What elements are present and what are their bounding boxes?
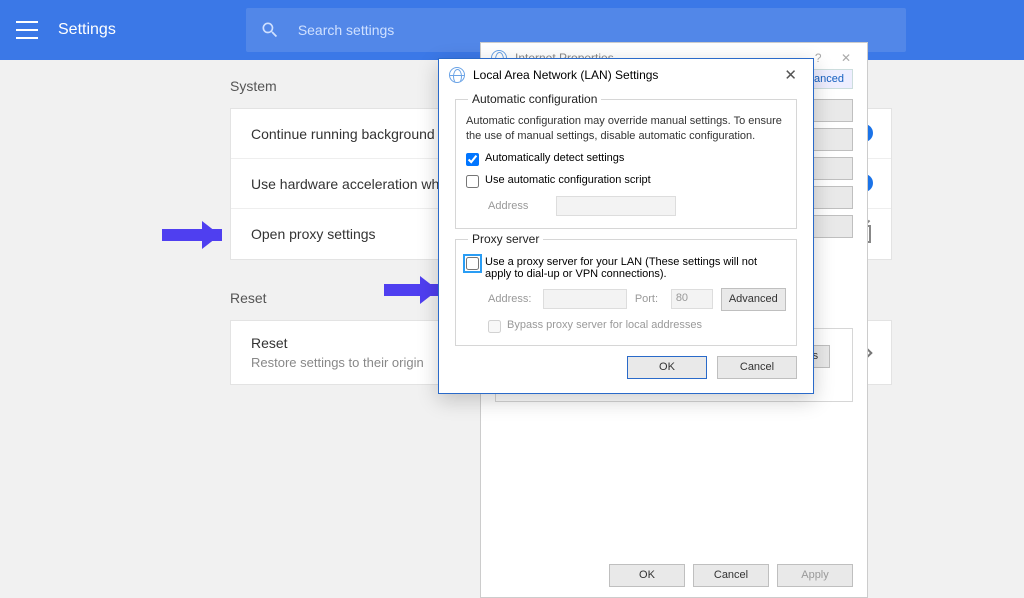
row-label: Continue running background xyxy=(251,126,435,142)
checkbox-icon[interactable] xyxy=(466,257,479,270)
proxy-port-field: 80 xyxy=(671,289,713,309)
auto-config-heading: Automatic configuration xyxy=(468,92,601,106)
lan-settings-window: Local Area Network (LAN) Settings ✕ Auto… xyxy=(438,58,814,394)
script-address-field xyxy=(556,196,676,216)
checkbox-icon[interactable] xyxy=(466,175,479,188)
auto-detect-checkbox[interactable]: Automatically detect settings xyxy=(466,152,786,166)
checkbox-label: Use a proxy server for your LAN (These s… xyxy=(485,256,786,280)
lan-titlebar: Local Area Network (LAN) Settings ✕ xyxy=(439,59,813,91)
row-label: Open proxy settings xyxy=(251,226,376,242)
proxy-port-label: Port: xyxy=(635,293,663,305)
help-icon[interactable]: ? xyxy=(815,51,822,65)
ok-button[interactable]: OK xyxy=(609,564,685,587)
proxy-address-label: Address: xyxy=(488,293,535,305)
bypass-local-checkbox: Bypass proxy server for local addresses xyxy=(488,319,786,333)
checkbox-label: Use automatic configuration script xyxy=(485,174,651,186)
checkbox-label: Automatically detect settings xyxy=(485,152,624,164)
checkbox-label: Bypass proxy server for local addresses xyxy=(507,319,702,331)
annotation-arrow xyxy=(162,229,222,241)
annotation-arrow xyxy=(384,284,440,296)
ok-button[interactable]: OK xyxy=(627,356,707,379)
auto-script-checkbox[interactable]: Use automatic configuration script xyxy=(466,174,786,188)
reset-title: Reset xyxy=(251,335,424,351)
reset-sub: Restore settings to their origin xyxy=(251,355,424,370)
search-placeholder: Search settings xyxy=(298,22,395,38)
close-icon[interactable]: ✕ xyxy=(778,64,803,86)
apply-button: Apply xyxy=(777,564,853,587)
menu-icon[interactable] xyxy=(16,21,38,39)
cancel-button[interactable]: Cancel xyxy=(717,356,797,379)
checkbox-icon[interactable] xyxy=(466,153,479,166)
page-title: Settings xyxy=(58,21,116,39)
cancel-button[interactable]: Cancel xyxy=(693,564,769,587)
proxy-address-field xyxy=(543,289,627,309)
globe-icon xyxy=(449,67,465,83)
proxy-server-group: Proxy server Use a proxy server for your… xyxy=(455,239,797,346)
auto-config-text: Automatic configuration may override man… xyxy=(466,114,786,144)
address-label: Address xyxy=(488,200,548,212)
close-icon[interactable]: ✕ xyxy=(835,49,857,67)
use-proxy-checkbox[interactable]: Use a proxy server for your LAN (These s… xyxy=(466,256,786,280)
auto-config-group: Automatic configuration Automatic config… xyxy=(455,99,797,229)
proxy-heading: Proxy server xyxy=(468,232,543,246)
advanced-button[interactable]: Advanced xyxy=(721,288,786,311)
search-icon xyxy=(260,20,280,40)
row-label: Use hardware acceleration wh xyxy=(251,176,439,192)
checkbox-icon xyxy=(488,320,501,333)
lan-title-text: Local Area Network (LAN) Settings xyxy=(473,68,658,82)
